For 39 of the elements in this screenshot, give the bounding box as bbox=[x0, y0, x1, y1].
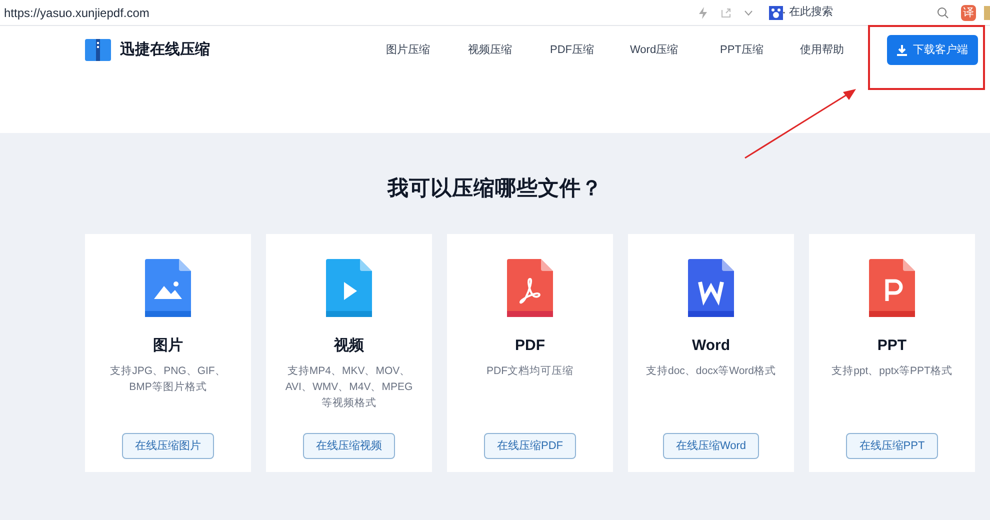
card-title: 视频 bbox=[334, 336, 364, 356]
section-title: 我可以压缩哪些文件？ bbox=[386, 176, 604, 202]
pdf-file-icon bbox=[507, 258, 553, 316]
search-icon[interactable] bbox=[937, 6, 949, 18]
card-title: PDF bbox=[515, 336, 545, 356]
compress-online-button[interactable]: 在线压缩图片 bbox=[122, 433, 214, 459]
card-description: 支持ppt、pptx等PPT格式 bbox=[830, 364, 954, 379]
card-title: 图片 bbox=[153, 336, 183, 356]
compress-online-button[interactable]: 在线压缩PPT bbox=[846, 433, 938, 459]
video-file-icon bbox=[326, 258, 372, 316]
share-icon[interactable] bbox=[720, 6, 732, 18]
paw-icon[interactable] bbox=[769, 6, 785, 20]
nav-link[interactable]: 图片压缩 bbox=[386, 42, 468, 58]
compress-online-button[interactable]: 在线压缩Word bbox=[662, 433, 760, 459]
ppt-file-icon bbox=[869, 258, 915, 316]
card-description: 支持MP4、MKV、MOV、AVI、WMV、M4V、MPEG等视频格式 bbox=[284, 364, 414, 411]
card-description: 支持doc、docx等Word格式 bbox=[644, 364, 777, 379]
chevron-down-icon[interactable] bbox=[744, 10, 753, 16]
card-description: PDF文档均可压缩 bbox=[486, 364, 574, 379]
nav-link[interactable]: Word压缩 bbox=[630, 42, 720, 58]
compress-online-button[interactable]: 在线压缩视频 bbox=[303, 433, 395, 459]
lightning-icon[interactable] bbox=[698, 6, 708, 18]
zip-folder-icon bbox=[85, 39, 111, 61]
nav-link[interactable]: PPT压缩 bbox=[720, 42, 800, 58]
nav-link[interactable]: PDF压缩 bbox=[550, 42, 630, 58]
download-icon bbox=[897, 44, 907, 56]
nav-link[interactable]: 视频压缩 bbox=[468, 42, 550, 58]
download-client-button[interactable]: 下载客户端 bbox=[887, 35, 978, 65]
nav-link[interactable]: 使用帮助 bbox=[800, 42, 860, 58]
address-url[interactable]: https://yasuo.xunjiepdf.com bbox=[4, 4, 150, 22]
card-description: 支持JPG、PNG、GIF、BMP等图片格式 bbox=[109, 364, 227, 395]
word-file-icon bbox=[688, 258, 734, 316]
compress-online-button[interactable]: 在线压缩PDF bbox=[484, 433, 576, 459]
picture-icon[interactable] bbox=[984, 6, 990, 20]
site-logo-text[interactable]: 迅捷在线压缩 bbox=[120, 38, 210, 62]
card-title: Word bbox=[692, 336, 730, 356]
card-title: PPT bbox=[877, 336, 907, 356]
search-field[interactable]: 在此搜索 bbox=[789, 4, 929, 21]
image-file-icon bbox=[145, 258, 191, 316]
